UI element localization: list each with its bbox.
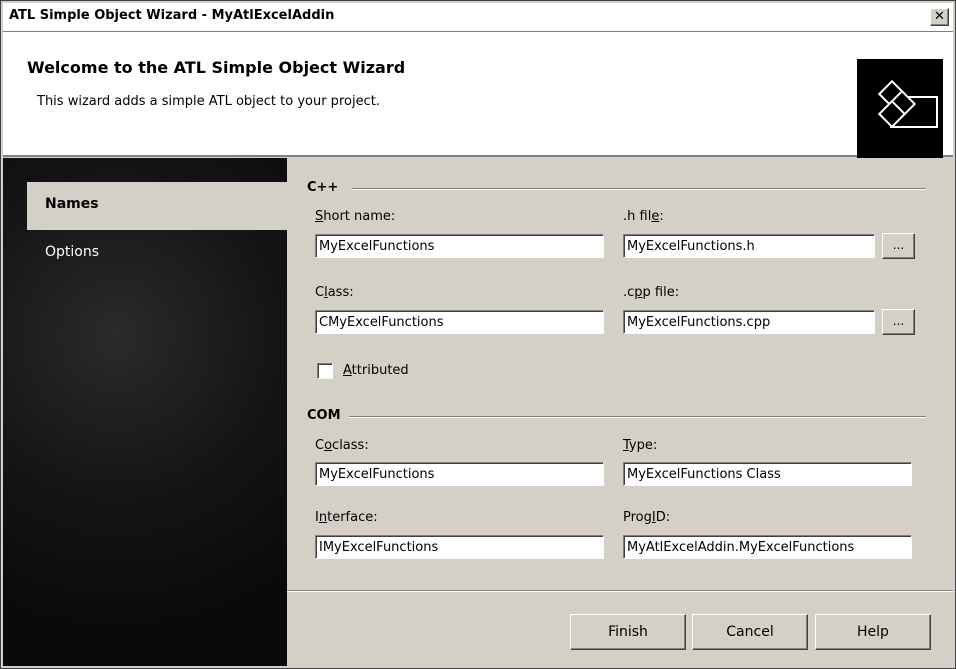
sidebar-item-options[interactable]: Options [27,230,289,278]
close-button[interactable]: ✕ [930,8,949,26]
h-file-input[interactable] [623,234,875,258]
sidebar-item-names[interactable]: Names [27,182,289,230]
attributed-checkbox[interactable] [317,363,333,379]
attributed-label: Attributed [343,363,409,378]
sidebar-item-label: Options [45,244,100,260]
finish-button[interactable]: Finish [570,614,686,650]
sidebar-item-label: Names [45,196,99,212]
cancel-button[interactable]: Cancel [692,614,808,650]
coclass-input[interactable] [315,462,604,486]
close-icon: ✕ [934,9,945,24]
wizard-window: ATL Simple Object Wizard - MyAtlExcelAdd… [0,0,956,669]
progid-label: ProgID: [623,510,671,525]
short-name-input[interactable] [315,234,604,258]
cpp-section-heading: C++ [307,180,339,195]
com-section-divider [349,416,926,418]
class-input[interactable] [315,310,604,334]
progid-input[interactable] [623,535,912,559]
page-title: Welcome to the ATL Simple Object Wizard [27,58,406,77]
coclass-label: Coclass: [315,438,369,453]
class-label: Class: [315,285,354,300]
h-file-label: .h file: [623,209,664,224]
interface-input[interactable] [315,535,604,559]
window-title: ATL Simple Object Wizard - MyAtlExcelAdd… [9,8,335,23]
short-name-label: Short name: [315,209,396,224]
h-file-browse-button[interactable]: ... [882,233,915,259]
cpp-file-label: .cpp file: [623,285,680,300]
page-subtitle: This wizard adds a simple ATL object to … [37,94,380,109]
com-section-heading: COM [307,408,341,423]
wizard-header: Welcome to the ATL Simple Object Wizard … [3,32,953,158]
interface-label: Interface: [315,510,378,525]
wizard-logo-icon [857,59,943,158]
type-input[interactable] [623,462,912,486]
cpp-file-input[interactable] [623,310,875,334]
cpp-section-divider [352,188,926,190]
button-bar-divider [287,590,953,592]
title-bar: ATL Simple Object Wizard - MyAtlExcelAdd… [3,3,953,32]
cpp-file-browse-button[interactable]: ... [882,309,915,335]
main-content: C++ Short name: .h file: ... Class: .cpp… [287,158,953,666]
type-label: Type: [623,438,658,453]
sidebar: Names Options [3,158,289,666]
help-button[interactable]: Help [815,614,931,650]
